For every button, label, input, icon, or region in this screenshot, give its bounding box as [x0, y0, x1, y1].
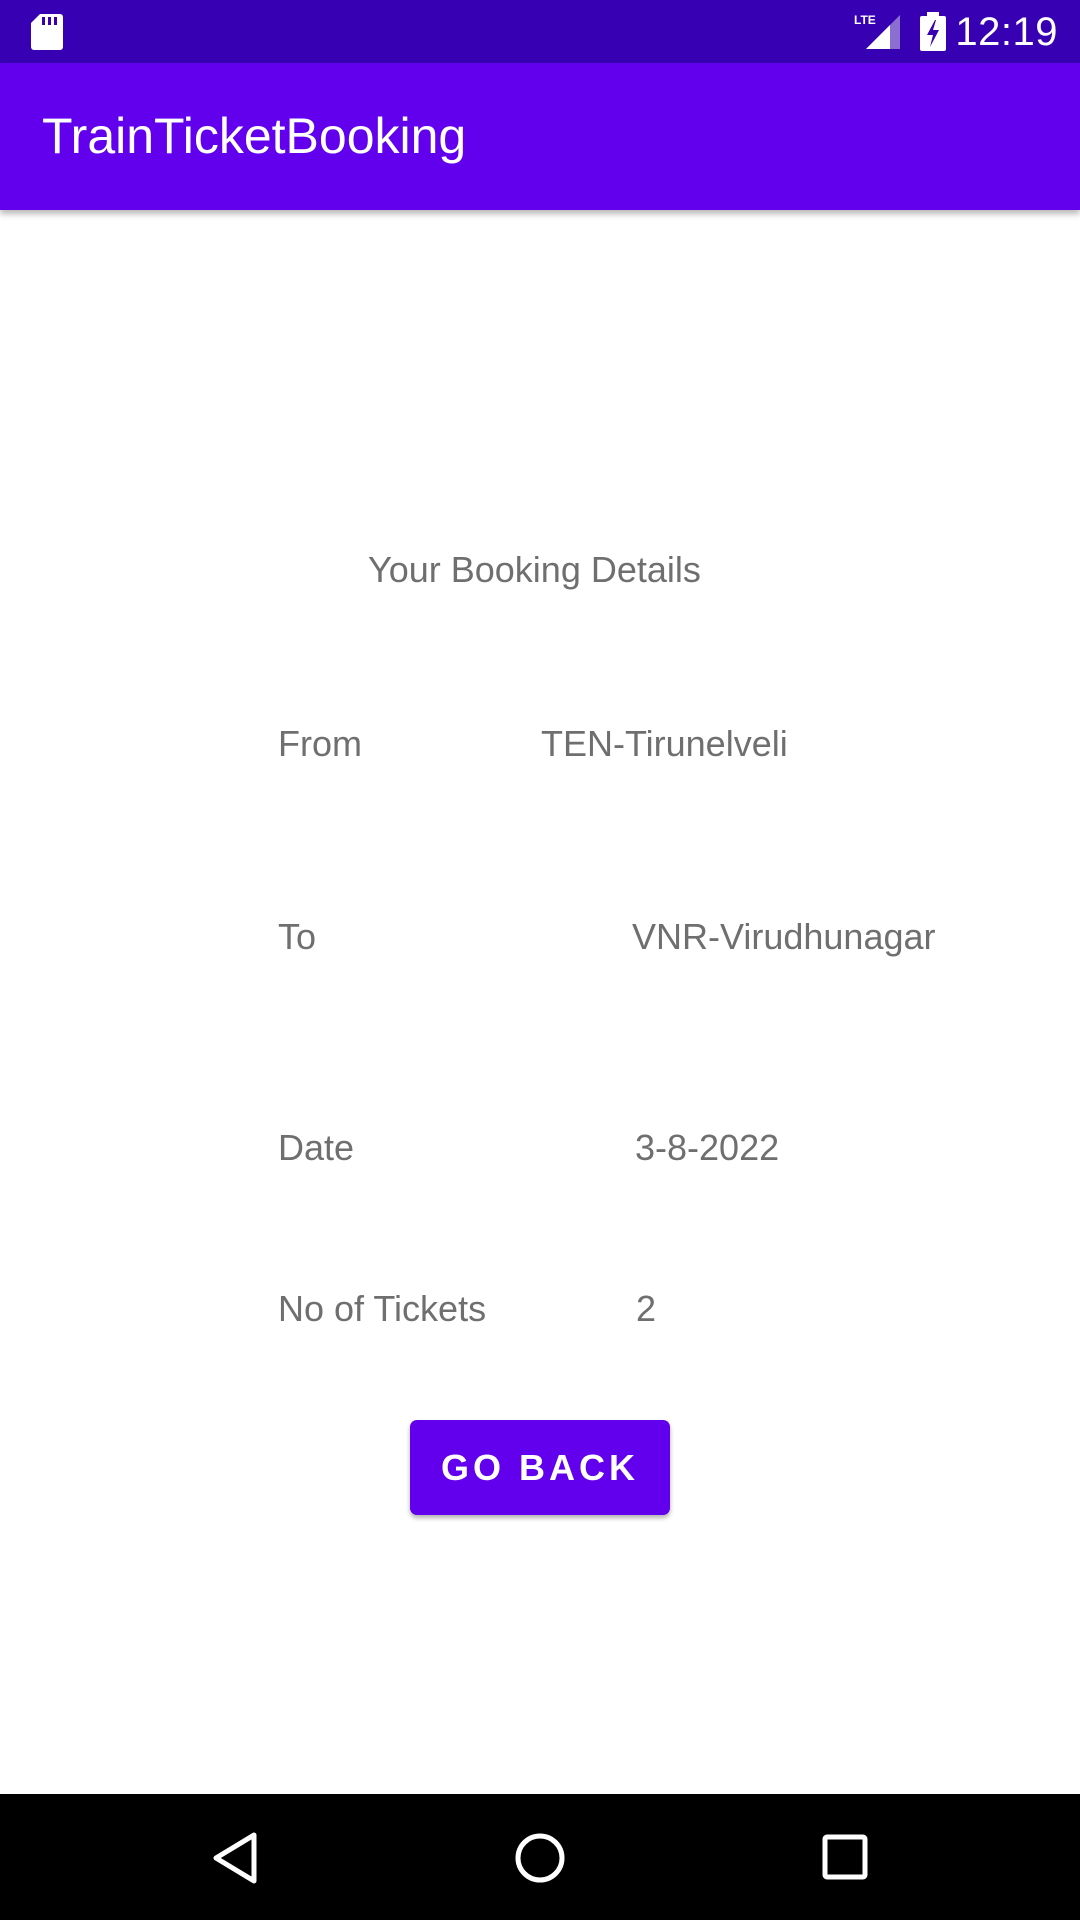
to-value: VNR-Virudhunagar: [632, 916, 936, 957]
from-value: TEN-Tirunelveli: [541, 723, 788, 764]
screen: LTE 12:19 TrainTicketBooking Your Bookin…: [0, 0, 1080, 1920]
sd-card-icon: [31, 14, 63, 50]
tickets-value: 2: [636, 1288, 657, 1329]
app-bar: TrainTicketBooking: [0, 63, 1080, 210]
home-icon[interactable]: [513, 1831, 567, 1885]
lte-signal-icon: LTE: [854, 13, 900, 49]
to-label: To: [278, 916, 317, 957]
date-label: Date: [278, 1127, 355, 1168]
date-value: 3-8-2022: [635, 1127, 780, 1168]
status-bar: LTE 12:19: [0, 0, 1080, 63]
recents-icon[interactable]: [820, 1832, 870, 1882]
booking-details-heading: Your Booking Details: [368, 549, 701, 590]
tickets-label: No of Tickets: [278, 1288, 487, 1329]
go-back-button[interactable]: GO BACK: [410, 1420, 670, 1515]
navigation-bar: [0, 1794, 1080, 1920]
app-title: TrainTicketBooking: [42, 108, 467, 164]
lte-label: LTE: [854, 13, 876, 27]
back-icon[interactable]: [210, 1831, 260, 1885]
battery-charging-icon: [920, 12, 946, 51]
clock: 12:19: [955, 10, 1058, 54]
from-label: From: [278, 723, 362, 764]
